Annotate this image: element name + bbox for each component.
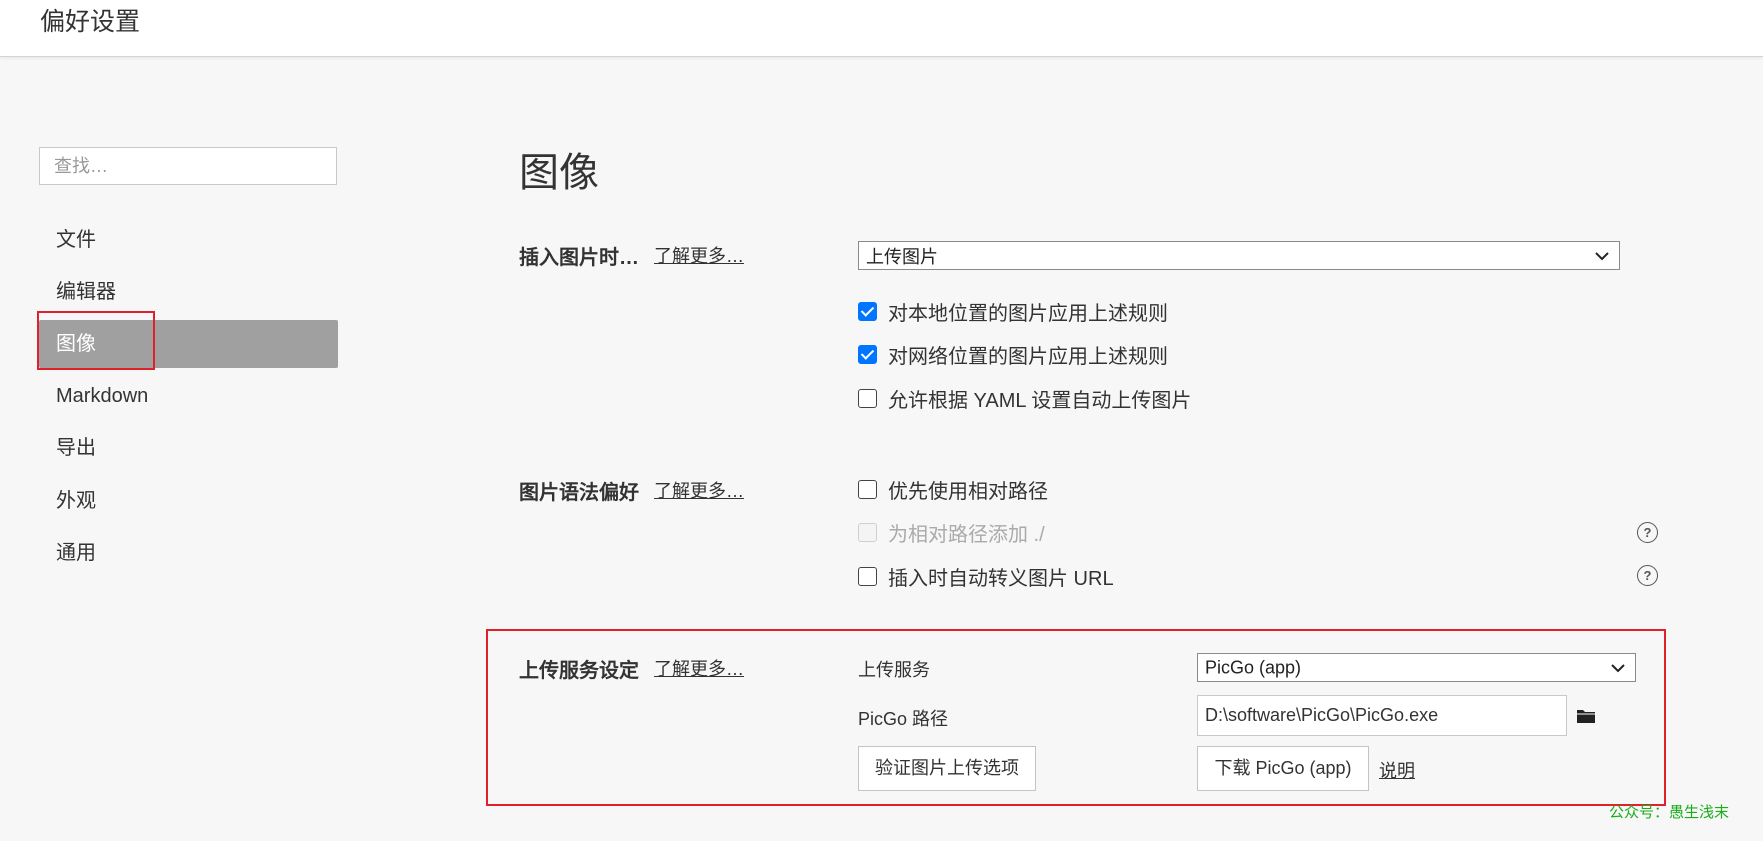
insert-image-select-value: 上传图片: [866, 246, 938, 267]
option-local-images[interactable]: 对本地位置的图片应用上述规则: [858, 298, 1168, 325]
insert-image-learn-more-link[interactable]: 了解更多…: [654, 242, 744, 268]
insert-image-select[interactable]: 上传图片: [858, 241, 1620, 270]
checkbox-yaml-upload-label: 允许根据 YAML 设置自动上传图片: [888, 389, 1192, 412]
download-picgo-button[interactable]: 下载 PicGo (app): [1197, 746, 1369, 791]
checkbox-escape-url-label: 插入时自动转义图片 URL: [888, 567, 1114, 590]
option-add-dot-slash: 为相对路径添加 ./: [858, 519, 1045, 546]
sidebar-item-general[interactable]: 通用: [39, 529, 338, 577]
checkbox-add-dot-slash-label: 为相对路径添加 ./: [888, 523, 1045, 546]
sidebar-item-markdown[interactable]: Markdown: [39, 372, 338, 420]
watermark: 公众号：愚生浅末: [1609, 803, 1730, 821]
option-network-images[interactable]: 对网络位置的图片应用上述规则: [858, 341, 1168, 368]
chevron-down-icon: [1611, 663, 1625, 672]
verify-upload-button[interactable]: 验证图片上传选项: [858, 746, 1036, 791]
window-title: 偏好设置: [40, 8, 141, 36]
question-circle-icon[interactable]: ?: [1637, 522, 1658, 543]
upload-service-select[interactable]: PicGo (app): [1197, 653, 1636, 682]
checkbox-local-images[interactable]: [858, 301, 877, 321]
sidebar-item-image[interactable]: 图像: [39, 320, 338, 368]
image-syntax-label: 图片语法偏好: [519, 482, 639, 504]
checkbox-relative-path-label: 优先使用相对路径: [888, 480, 1048, 503]
chevron-down-icon: [1595, 251, 1609, 260]
checkbox-escape-url[interactable]: [858, 566, 877, 586]
upload-service-label: 上传服务设定: [519, 660, 639, 682]
insert-image-label: 插入图片时…: [519, 247, 639, 269]
checkbox-relative-path[interactable]: [858, 479, 877, 499]
page-title: 图像: [519, 151, 599, 195]
help-link[interactable]: 说明: [1379, 757, 1415, 783]
sidebar-item-editor[interactable]: 编辑器: [39, 268, 338, 316]
checkbox-network-images[interactable]: [858, 344, 877, 364]
checkbox-add-dot-slash: [858, 522, 877, 542]
option-relative-path[interactable]: 优先使用相对路径: [858, 476, 1048, 503]
sidebar-item-file[interactable]: 文件: [39, 216, 338, 264]
option-yaml-upload[interactable]: 允许根据 YAML 设置自动上传图片: [858, 385, 1192, 412]
checkbox-network-images-label: 对网络位置的图片应用上述规则: [888, 345, 1168, 368]
folder-icon[interactable]: [1577, 709, 1595, 723]
checkbox-yaml-upload[interactable]: [858, 388, 877, 408]
upload-service-field-label: 上传服务: [858, 660, 930, 680]
question-circle-icon[interactable]: ?: [1637, 565, 1658, 586]
sidebar-item-export[interactable]: 导出: [39, 424, 338, 472]
upload-service-learn-more-link[interactable]: 了解更多…: [654, 655, 744, 681]
checkbox-local-images-label: 对本地位置的图片应用上述规则: [888, 302, 1168, 325]
search-input[interactable]: [39, 147, 337, 185]
upload-service-select-value: PicGo (app): [1205, 657, 1302, 677]
picgo-path-input[interactable]: [1197, 695, 1567, 736]
sidebar-item-appearance[interactable]: 外观: [39, 477, 338, 525]
picgo-path-label: PicGo 路径: [858, 709, 949, 729]
title-bar: 偏好设置: [0, 0, 1763, 57]
option-escape-url[interactable]: 插入时自动转义图片 URL: [858, 563, 1114, 590]
image-syntax-learn-more-link[interactable]: 了解更多…: [654, 477, 744, 503]
